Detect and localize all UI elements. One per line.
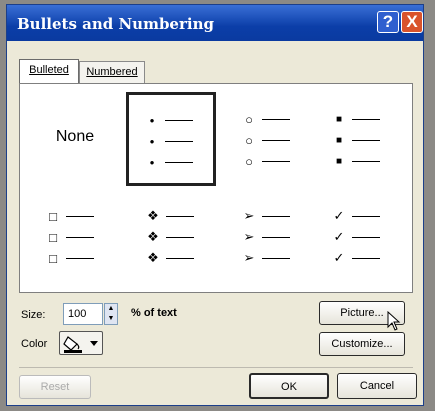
paint-bucket-icon bbox=[63, 336, 98, 353]
bullet-style-none[interactable]: None bbox=[30, 94, 120, 188]
tab-bulleted[interactable]: Bulleted bbox=[19, 59, 79, 83]
filled-square-bullet-icon: ■ bbox=[335, 113, 343, 125]
title-bar[interactable]: Bullets and Numbering ? X bbox=[7, 5, 423, 41]
filled-dot-bullet-icon: • bbox=[149, 112, 155, 128]
close-icon: X bbox=[406, 12, 418, 31]
color-label: Color bbox=[21, 338, 48, 350]
bullet-style-arrowhead[interactable]: ➢ ➢ ➢ bbox=[226, 194, 316, 288]
tab-numbered-label: Numbered bbox=[86, 66, 138, 78]
bullet-style-gallery: None • • • ○ ○ ○ ■ ■ ■ □ □ □ ❖ ❖ ❖ ➢ ➢ ➢… bbox=[19, 83, 413, 293]
hollow-circle-bullet-icon: ○ bbox=[245, 153, 253, 169]
size-label: Size: bbox=[21, 309, 46, 321]
bullet-style-filled-dot[interactable]: • • • bbox=[126, 92, 216, 186]
four-diamond-bullet-icon: ❖ bbox=[147, 208, 159, 223]
filled-square-bullet-icon: ■ bbox=[335, 155, 343, 167]
hollow-square-bullet-icon: □ bbox=[49, 229, 57, 245]
arrowhead-bullet-icon: ➢ bbox=[243, 250, 255, 265]
four-diamond-bullet-icon: ❖ bbox=[147, 229, 159, 244]
picture-button-label: Picture... bbox=[340, 307, 384, 319]
help-button[interactable]: ? bbox=[377, 11, 399, 33]
size-spinner[interactable]: ▲ ▼ bbox=[104, 303, 118, 325]
spin-up-icon[interactable]: ▲ bbox=[105, 304, 117, 314]
none-label: None bbox=[55, 128, 95, 145]
arrowhead-bullet-icon: ➢ bbox=[243, 229, 255, 244]
tab-bulleted-label: Bulleted bbox=[29, 64, 69, 76]
customize-button[interactable]: Customize... bbox=[319, 332, 405, 356]
mouse-cursor-icon bbox=[387, 311, 401, 331]
reset-button-label: Reset bbox=[40, 381, 70, 393]
arrowhead-bullet-icon: ➢ bbox=[243, 208, 255, 223]
ok-button[interactable]: OK bbox=[249, 373, 329, 399]
bullet-style-hollow-circle[interactable]: ○ ○ ○ bbox=[226, 94, 316, 188]
color-dropdown[interactable] bbox=[59, 331, 103, 355]
bullet-style-hollow-square[interactable]: □ □ □ bbox=[30, 194, 120, 288]
four-diamond-bullet-icon: ❖ bbox=[147, 250, 159, 265]
cancel-button[interactable]: Cancel bbox=[337, 373, 417, 399]
bullet-style-checkmark[interactable]: ✓ ✓ ✓ bbox=[316, 194, 406, 288]
bullets-numbering-dialog: Bullets and Numbering ? X Bulleted Numbe… bbox=[6, 4, 424, 406]
filled-dot-bullet-icon: • bbox=[149, 133, 155, 149]
checkmark-bullet-icon: ✓ bbox=[333, 250, 345, 265]
customize-button-label: Customize... bbox=[331, 338, 393, 350]
spin-down-icon[interactable]: ▼ bbox=[105, 314, 117, 324]
checkmark-bullet-icon: ✓ bbox=[333, 208, 345, 223]
help-icon: ? bbox=[382, 12, 394, 31]
hollow-square-bullet-icon: □ bbox=[49, 250, 57, 266]
ok-button-label: OK bbox=[281, 381, 297, 393]
chevron-down-icon bbox=[90, 341, 98, 346]
bullet-style-four-diamond[interactable]: ❖ ❖ ❖ bbox=[130, 194, 220, 288]
cancel-button-label: Cancel bbox=[359, 380, 395, 392]
filled-dot-bullet-icon: • bbox=[149, 154, 155, 170]
hollow-circle-bullet-icon: ○ bbox=[245, 111, 253, 127]
dialog-title: Bullets and Numbering bbox=[17, 15, 214, 33]
bullet-style-filled-square[interactable]: ■ ■ ■ bbox=[316, 94, 406, 188]
close-button[interactable]: X bbox=[401, 11, 423, 33]
reset-button[interactable]: Reset bbox=[19, 375, 91, 399]
filled-square-bullet-icon: ■ bbox=[335, 134, 343, 146]
separator bbox=[19, 367, 413, 368]
hollow-square-bullet-icon: □ bbox=[49, 208, 57, 224]
size-unit-label: % of text bbox=[131, 307, 177, 319]
checkmark-bullet-icon: ✓ bbox=[333, 229, 345, 244]
size-input[interactable]: 100 bbox=[63, 303, 103, 325]
tab-numbered[interactable]: Numbered bbox=[79, 61, 145, 83]
hollow-circle-bullet-icon: ○ bbox=[245, 132, 253, 148]
